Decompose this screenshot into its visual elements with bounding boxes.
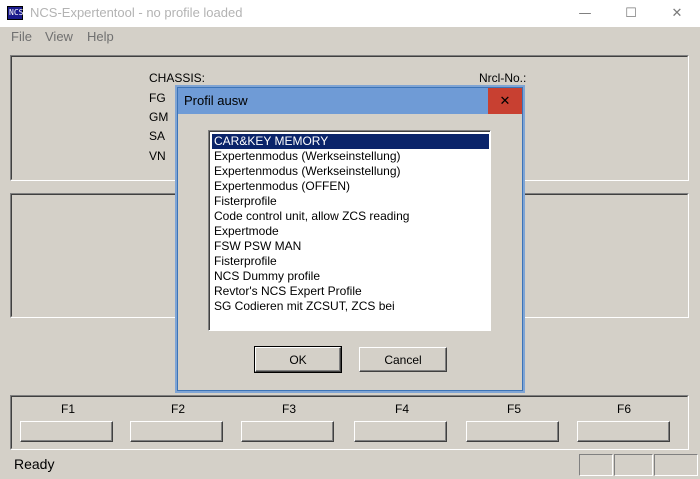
close-button[interactable]: ✕: [654, 0, 700, 27]
status-text: Ready: [14, 456, 55, 472]
status-bar: Ready: [0, 452, 700, 479]
gm-label: GM: [149, 110, 169, 124]
minimize-button[interactable]: —: [562, 0, 608, 27]
list-item[interactable]: NCS Dummy profile: [212, 269, 489, 284]
status-pane-2: [614, 454, 653, 476]
f4-label: F4: [395, 402, 410, 416]
list-item[interactable]: Expertenmodus (Werkseinstellung): [212, 164, 489, 179]
f3-label: F3: [282, 402, 297, 416]
window-title: NCS-Expertentool - no profile loaded: [30, 5, 243, 20]
vn-label: VN: [149, 149, 166, 163]
list-item[interactable]: Expertmode: [212, 224, 489, 239]
menu-view[interactable]: View: [45, 29, 73, 44]
f5-button[interactable]: [466, 421, 559, 442]
f2-label: F2: [171, 402, 186, 416]
ok-button[interactable]: OK: [254, 346, 342, 373]
nrcl-label: Nrcl-No.:: [479, 71, 527, 85]
f5-label: F5: [507, 402, 522, 416]
title-bar[interactable]: NCS NCS-Expertentool - no profile loaded…: [0, 0, 700, 27]
list-item[interactable]: SG Codieren mit ZCSUT, ZCS bei: [212, 299, 489, 314]
list-item[interactable]: Expertenmodus (OFFEN): [212, 179, 489, 194]
dialog-title: Profil ausw: [184, 93, 248, 108]
dialog-title-bar[interactable]: Profil ausw ✕: [178, 88, 522, 114]
list-item[interactable]: Code control unit, allow ZCS reading: [212, 209, 489, 224]
menu-bar: File View Help: [0, 27, 700, 47]
app-icon[interactable]: NCS: [7, 6, 23, 20]
f1-button[interactable]: [20, 421, 113, 442]
menu-file[interactable]: File: [11, 29, 32, 44]
list-item[interactable]: CAR&KEY MEMORY: [212, 134, 489, 149]
f4-button[interactable]: [354, 421, 447, 442]
list-item[interactable]: Fisterprofile: [212, 194, 489, 209]
f3-button[interactable]: [241, 421, 334, 442]
f2-button[interactable]: [130, 421, 223, 442]
f1-label: F1: [61, 402, 76, 416]
cancel-button[interactable]: Cancel: [359, 347, 447, 372]
sa-label: SA: [149, 129, 166, 143]
menu-help[interactable]: Help: [87, 29, 114, 44]
app-icon-label: NCS: [9, 8, 24, 17]
f6-button[interactable]: [577, 421, 670, 442]
status-pane-3: [654, 454, 698, 476]
list-item[interactable]: Fisterprofile: [212, 254, 489, 269]
f6-label: F6: [617, 402, 632, 416]
status-pane-1: [579, 454, 613, 476]
list-item[interactable]: FSW PSW MAN: [212, 239, 489, 254]
list-item[interactable]: Expertenmodus (Werkseinstellung): [212, 149, 489, 164]
dialog-close-button[interactable]: ✕: [488, 88, 522, 114]
fg-label: FG: [149, 91, 166, 105]
maximize-button[interactable]: ☐: [608, 0, 654, 27]
profile-listbox[interactable]: CAR&KEY MEMORY Expertenmodus (Werkseinst…: [208, 130, 491, 331]
profile-dialog: Profil ausw ✕ CAR&KEY MEMORY Expertenmod…: [177, 87, 523, 391]
list-item[interactable]: Revtor's NCS Expert Profile: [212, 284, 489, 299]
chassis-label: CHASSIS:: [149, 71, 206, 85]
